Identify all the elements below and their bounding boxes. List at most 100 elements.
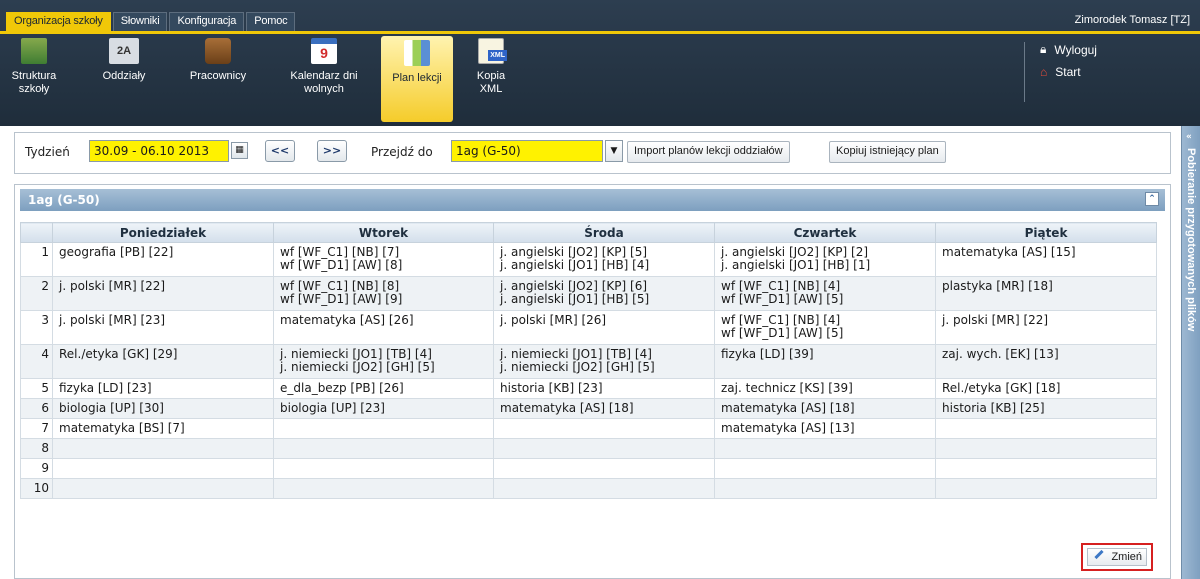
lesson-cell[interactable]: fizyka [LD] [23] (52, 378, 274, 399)
lesson-cell[interactable] (714, 478, 936, 499)
tab-pomoc[interactable]: Pomoc (246, 12, 296, 32)
lesson-cell[interactable]: Rel./etyka [GK] [29] (52, 344, 274, 379)
table-row: 8 (20, 438, 1157, 459)
lesson-cell[interactable] (714, 438, 936, 459)
week-toolbar: Tydzień 30.09 - 06.10 2013 ▦ << >> Przej… (14, 132, 1171, 174)
day-header: Poniedziałek (52, 222, 274, 243)
lesson-cell[interactable] (935, 438, 1157, 459)
lesson-cell[interactable]: wf [WF_C1] [NB] [8] wf [WF_D1] [AW] [9] (273, 276, 494, 311)
lesson-cell[interactable]: fizyka [LD] [39] (714, 344, 936, 379)
lesson-cell[interactable] (52, 478, 274, 499)
lesson-cell[interactable] (273, 478, 494, 499)
tab-konfiguracja[interactable]: Konfiguracja (169, 12, 245, 32)
lesson-number: 6 (20, 398, 53, 419)
lesson-entry: matematyka [BS] [7] (59, 421, 185, 435)
lesson-cell[interactable]: matematyka [BS] [7] (52, 418, 274, 439)
lesson-cell[interactable]: j. angielski [JO2] [KP] [5] j. angielski … (493, 242, 715, 277)
lesson-cell[interactable] (52, 438, 274, 459)
goto-label: Przejdź do (371, 145, 433, 159)
lesson-cell[interactable]: matematyka [AS] [15] (935, 242, 1157, 277)
lesson-cell[interactable]: zaj. wych. [EK] [13] (935, 344, 1157, 379)
lesson-number: 1 (20, 242, 53, 277)
lesson-cell[interactable] (935, 418, 1157, 439)
lesson-cell[interactable] (493, 418, 715, 439)
lesson-cell[interactable]: j. angielski [JO2] [KP] [6] j. angielski … (493, 276, 715, 311)
lesson-cell[interactable] (714, 458, 936, 479)
lesson-entry: j. angielski [JO1] [HB] [4] (500, 258, 650, 272)
struktura-szkoly-button[interactable]: Struktura szkoły (4, 38, 64, 96)
lesson-entry: biologia [UP] [23] (280, 401, 385, 415)
lesson-cell[interactable]: geografia [PB] [22] (52, 242, 274, 277)
lesson-cell[interactable]: wf [WF_C1] [NB] [7] wf [WF_D1] [AW] [8] (273, 242, 494, 277)
lesson-entry: matematyka [AS] [15] (942, 245, 1076, 259)
pracownicy-button[interactable]: Pracownicy (178, 38, 258, 83)
lesson-cell[interactable]: j. polski [MR] [26] (493, 310, 715, 345)
lesson-cell[interactable]: biologia [UP] [30] (52, 398, 274, 419)
lesson-cell[interactable]: matematyka [AS] [13] (714, 418, 936, 439)
lesson-cell[interactable]: Rel./etyka [GK] [18] (935, 378, 1157, 399)
tab-strip (0, 31, 1200, 34)
lesson-entry: matematyka [AS] [18] (500, 401, 634, 415)
lesson-entry: wf [WF_D1] [AW] [8] (280, 258, 403, 272)
lesson-cell[interactable] (935, 478, 1157, 499)
kopia-xml-button[interactable]: XML Kopia XML (466, 38, 516, 96)
lesson-cell[interactable] (493, 458, 715, 479)
lesson-cell[interactable]: j. polski [MR] [22] (935, 310, 1157, 345)
lesson-cell[interactable]: wf [WF_C1] [NB] [4] wf [WF_D1] [AW] [5] (714, 310, 936, 345)
copy-plan-button[interactable]: Kopiuj istniejący plan (829, 141, 946, 163)
lesson-cell[interactable]: biologia [UP] [23] (273, 398, 494, 419)
oddzialy-button[interactable]: 2A Oddziały (96, 38, 152, 83)
lesson-cell[interactable]: zaj. technicz [KS] [39] (714, 378, 936, 399)
panel-title: 1ag (G-50) (28, 193, 100, 207)
calendar-picker-icon[interactable]: ▦ (231, 142, 248, 159)
lesson-entry: Rel./etyka [GK] [29] (59, 347, 178, 361)
start-label: Start (1055, 65, 1081, 79)
lesson-cell[interactable]: e_dla_bezp [PB] [26] (273, 378, 494, 399)
lesson-cell[interactable]: j. polski [MR] [23] (52, 310, 274, 345)
next-week-button[interactable]: >> (317, 140, 347, 162)
lesson-cell[interactable] (273, 458, 494, 479)
lesson-cell[interactable] (273, 438, 494, 459)
lesson-cell[interactable] (52, 458, 274, 479)
table-row: 4 Rel./etyka [GK] [29] j. niemiecki [JO1] … (20, 344, 1157, 379)
lesson-cell[interactable]: matematyka [AS] [18] (493, 398, 715, 419)
lesson-cell[interactable]: historia [KB] [23] (493, 378, 715, 399)
lesson-cell[interactable] (493, 478, 715, 499)
lesson-cell[interactable]: historia [KB] [25] (935, 398, 1157, 419)
lesson-entry: j. polski [MR] [22] (942, 313, 1049, 327)
lesson-cell[interactable]: j. niemiecki [JO1] [TB] [4] j. niemiecki … (493, 344, 715, 379)
lesson-cell[interactable]: wf [WF_C1] [NB] [4] wf [WF_D1] [AW] [5] (714, 276, 936, 311)
week-input[interactable]: 30.09 - 06.10 2013 (89, 140, 229, 162)
expand-left-icon[interactable]: « (1186, 132, 1192, 142)
change-button[interactable]: Zmień (1087, 548, 1147, 566)
corner-cell (20, 222, 53, 243)
lesson-cell[interactable]: j. angielski [JO2] [KP] [2] j. angielski … (714, 242, 936, 277)
lesson-cell[interactable] (935, 458, 1157, 479)
collapse-icon[interactable]: ⌃ (1145, 192, 1159, 206)
day-header: Środa (493, 222, 715, 243)
lesson-cell[interactable]: j. polski [MR] [22] (52, 276, 274, 311)
chevron-down-icon[interactable]: ▼ (605, 140, 623, 162)
plan-lekcji-button[interactable]: Plan lekcji (381, 36, 453, 122)
lesson-cell[interactable] (273, 418, 494, 439)
table-row: 5 fizyka [LD] [23] e_dla_bezp [PB] [26] his… (20, 378, 1157, 399)
tab-organizacja-szkoly[interactable]: Organizacja szkoły (6, 12, 111, 32)
goto-select[interactable]: 1ag (G-50) (451, 140, 603, 162)
timetable-icon (404, 40, 430, 66)
lesson-cell[interactable] (493, 438, 715, 459)
lesson-cell[interactable]: j. niemiecki [JO1] [TB] [4] j. niemiecki … (273, 344, 494, 379)
lesson-entry: Rel./etyka [GK] [18] (942, 381, 1061, 395)
import-plans-button[interactable]: Import planów lekcji oddziałów (627, 141, 790, 163)
lesson-cell[interactable]: matematyka [AS] [26] (273, 310, 494, 345)
logout-link[interactable]: 🔒︎ Wyloguj (1040, 42, 1097, 57)
side-downloads-tab[interactable]: « Pobieranie przygotowanych plików (1181, 126, 1200, 579)
kalendarz-dni-wolnych-button[interactable]: 9 Kalendarz dni wolnych (276, 38, 372, 96)
header-links: 🔒︎ Wyloguj ⌂ Start (1040, 42, 1097, 87)
lesson-entry: wf [WF_D1] [AW] [9] (280, 292, 403, 306)
lesson-cell[interactable]: matematyka [AS] [18] (714, 398, 936, 419)
start-link[interactable]: ⌂ Start (1040, 65, 1097, 79)
lesson-cell[interactable]: plastyka [MR] [18] (935, 276, 1157, 311)
tab-slowniki[interactable]: Słowniki (112, 12, 168, 32)
prev-week-button[interactable]: << (265, 140, 295, 162)
table-row: 7 matematyka [BS] [7] matematyka [AS] [13] (20, 418, 1157, 439)
